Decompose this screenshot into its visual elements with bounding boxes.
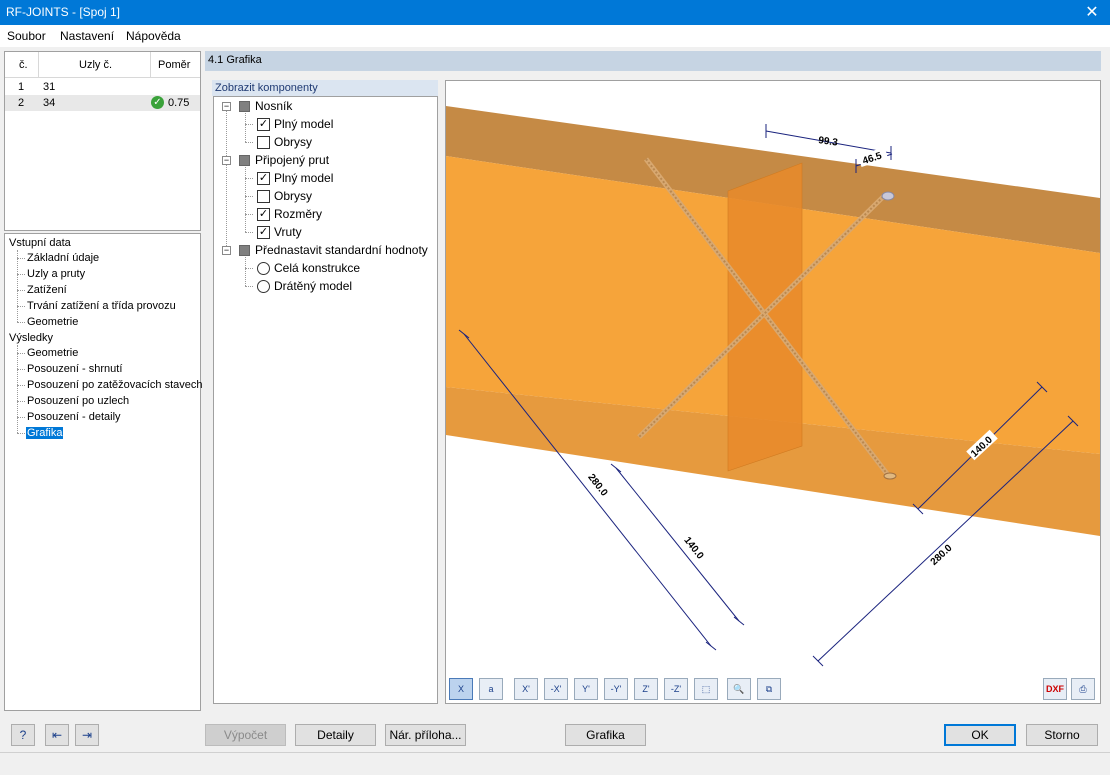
nav-group-input[interactable]: Vstupní data [9,237,71,249]
label-member-dimensions: Rozměry [274,207,323,221]
radio-wireframe[interactable] [257,280,270,293]
label-wireframe: Drátěný model [274,279,353,293]
view-minus-xprime-icon[interactable]: -X' [544,678,568,700]
nav-item-geometry-input[interactable]: Geometrie [27,316,78,328]
collapse-icon[interactable]: − [222,102,231,111]
section-title: 4.1 Grafika [208,54,262,66]
label-member-solid: Plný model [274,171,334,185]
title-bar: RF-JOINTS - [Spoj 1] ✕ [0,0,1110,25]
menu-bar: Soubor Nastavení Nápověda [0,25,1110,47]
details-button[interactable]: Detaily [295,724,376,746]
view-zprime-icon[interactable]: Z' [634,678,658,700]
graphics-button[interactable]: Grafika [565,724,646,746]
cancel-button[interactable]: Storno [1026,724,1098,746]
view-xprime-icon[interactable]: X' [514,678,538,700]
checkbox-beam-solid[interactable]: ✓ [257,118,270,131]
dimension-label: 280.0 [929,542,955,567]
label-whole-structure: Celá konstrukce [274,261,361,275]
checkbox-member-dimensions[interactable]: ✓ [257,208,270,221]
row-nodes: 31 [43,81,56,93]
menu-napoveda[interactable]: Nápověda [126,29,181,43]
checkbox-member-solid[interactable]: ✓ [257,172,270,185]
nav-item-summary[interactable]: Posouzení - shrnutí [27,363,122,375]
checkbox-beam-outline[interactable] [257,136,270,149]
nav-item-by-node[interactable]: Posouzení po uzlech [27,395,129,407]
dimension-label: 280.0 [585,472,609,499]
table-row[interactable]: 1 31 [5,79,200,95]
import-icon[interactable]: ⇤ [45,724,69,746]
graphics-view[interactable]: 99.3 46.5 280.0 140.0 140.0 280.0 [445,80,1101,704]
nav-item-loads[interactable]: Zatížení [27,284,67,296]
row-no: 1 [18,81,25,93]
screw-head-icon [883,472,897,480]
menu-soubor[interactable]: Soubor [7,29,46,43]
dimension-label: 46.5 [861,150,883,167]
close-icon[interactable]: ✕ [1074,0,1110,25]
group-label-member: Připojený prut [255,153,330,167]
checkbox-member-screws[interactable]: ✓ [257,226,270,239]
group-checkbox-member[interactable] [239,155,250,166]
nav-group-results[interactable]: Výsledky [9,332,53,344]
group-checkbox-beam[interactable] [239,101,250,112]
view-yprime-icon[interactable]: Y' [574,678,598,700]
section-header: 4.1 Grafika [205,51,1101,71]
col-header-nodes[interactable]: Uzly č. [79,59,112,71]
nav-item-nodes-members[interactable]: Uzly a pruty [27,268,85,280]
view-minus-zprime-icon[interactable]: -Z' [664,678,688,700]
label-member-outline: Obrysy [274,189,313,203]
ok-button[interactable]: OK [944,724,1016,746]
national-annex-button[interactable]: Nár. příloha... [385,724,466,746]
label-beam-solid: Plný model [274,117,334,131]
view-iso-icon[interactable]: ⬚ [694,678,718,700]
group-label-beam: Nosník [255,99,293,113]
checkbox-member-outline[interactable] [257,190,270,203]
dimension-label: 140.0 [681,535,705,562]
radio-whole-structure[interactable] [257,262,270,275]
help-icon[interactable]: ? [11,724,35,746]
zoom-reset-icon[interactable]: 🔍 [727,678,751,700]
group-label-defaults: Přednastavit standardní hodnoty [255,243,428,257]
components-tree: − Nosník ✓ Plný model Obrysy − Připojený… [213,96,438,704]
view-minus-yprime-icon[interactable]: -Y' [604,678,628,700]
print-icon[interactable]: ⎙ [1071,678,1095,700]
nav-item-by-load-case[interactable]: Posouzení po zatěžovacích stavech [27,379,203,391]
check-circle-icon: ✓ [151,96,164,109]
nav-item-basic-data[interactable]: Základní údaje [27,252,99,264]
view-x-icon[interactable]: X [449,678,473,700]
row-no: 2 [18,97,25,109]
nav-item-details[interactable]: Posouzení - detaily [27,411,121,423]
collapse-icon[interactable]: − [222,156,231,165]
screw-head-icon [881,191,895,201]
table-header: č. Uzly č. Poměr [5,52,200,78]
col-header-ratio[interactable]: Poměr [158,59,190,71]
window-title: RF-JOINTS - [Spoj 1] [6,5,121,19]
model-canvas[interactable]: 99.3 46.5 280.0 140.0 140.0 280.0 [446,81,1100,675]
navigator-tree: Vstupní data Základní údaje Uzly a pruty… [4,233,203,711]
calculate-button[interactable]: Výpočet [205,724,286,746]
label-member-screws: Vruty [274,225,302,239]
table-row[interactable]: 2 34 ✓ 0.75 [5,95,200,111]
dimension-label: 99.3 [818,135,839,149]
row-nodes: 34 [43,97,56,109]
dxf-export-icon[interactable]: DXF [1043,678,1067,700]
menu-nastaveni[interactable]: Nastavení [60,29,114,43]
collapse-icon[interactable]: − [222,246,231,255]
components-label: Zobrazit komponenty [212,80,438,96]
label-beam-outline: Obrysy [274,135,313,149]
copy-icon[interactable]: ⧉ [757,678,781,700]
nodes-table: č. Uzly č. Poměr 1 31 2 34 ✓ 0.75 [4,51,201,231]
nav-item-graphics[interactable]: Grafika [26,427,64,439]
status-bar [0,752,1110,775]
col-header-no[interactable]: č. [19,59,28,71]
view-a-icon[interactable]: a [479,678,503,700]
nav-item-geometry[interactable]: Geometrie [27,347,78,359]
row-ratio: 0.75 [168,97,190,109]
nav-item-load-duration[interactable]: Trvání zatížení a třída provozu [27,300,176,312]
group-checkbox-defaults[interactable] [239,245,250,256]
export-icon[interactable]: ⇥ [75,724,99,746]
